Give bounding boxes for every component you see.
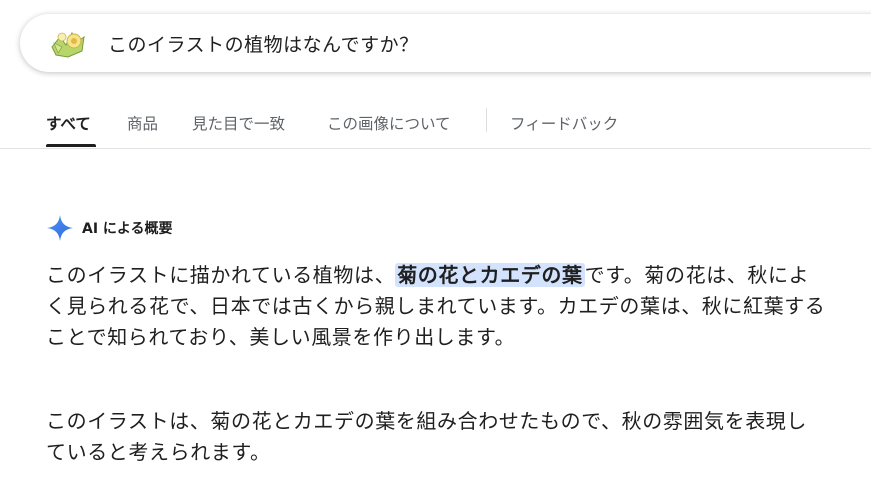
ai-overview-header: AI による概要 xyxy=(46,214,173,242)
tab-products[interactable]: 商品 xyxy=(127,112,158,134)
ai-overview-title: AI による概要 xyxy=(82,221,173,237)
highlighted-answer: 菊の花とカエデの葉 xyxy=(395,263,585,287)
tab-about-this-image[interactable]: この画像について xyxy=(327,112,451,134)
tab-feedback[interactable]: フィードバック xyxy=(510,112,618,134)
plant-illustration-thumbnail[interactable] xyxy=(46,23,92,63)
tab-visual-matches[interactable]: 見た目で一致 xyxy=(192,112,285,134)
result-tabs: すべて 商品 見た目で一致 この画像について フィードバック xyxy=(0,100,871,149)
ai-overview-paragraph-1: このイラストに描かれている植物は、 菊の花とカエデの葉 です。菊の花は、秋によく見ら… xyxy=(46,260,826,353)
ai-overview-paragraph-2: このイラストは、菊の花とカエデの葉を組み合わせたもので、秋の雰囲気を表現している… xyxy=(46,409,807,464)
search-query[interactable]: このイラストの植物はなんですか？ xyxy=(108,30,419,57)
tab-divider xyxy=(486,108,487,132)
tab-all[interactable]: すべて xyxy=(46,112,91,134)
active-tab-indicator xyxy=(46,144,96,147)
paragraph-text: このイラストに描かれている植物は、 xyxy=(46,263,396,287)
sparkle-icon xyxy=(47,215,73,241)
search-bar[interactable]: このイラストの植物はなんですか？ xyxy=(20,14,871,72)
